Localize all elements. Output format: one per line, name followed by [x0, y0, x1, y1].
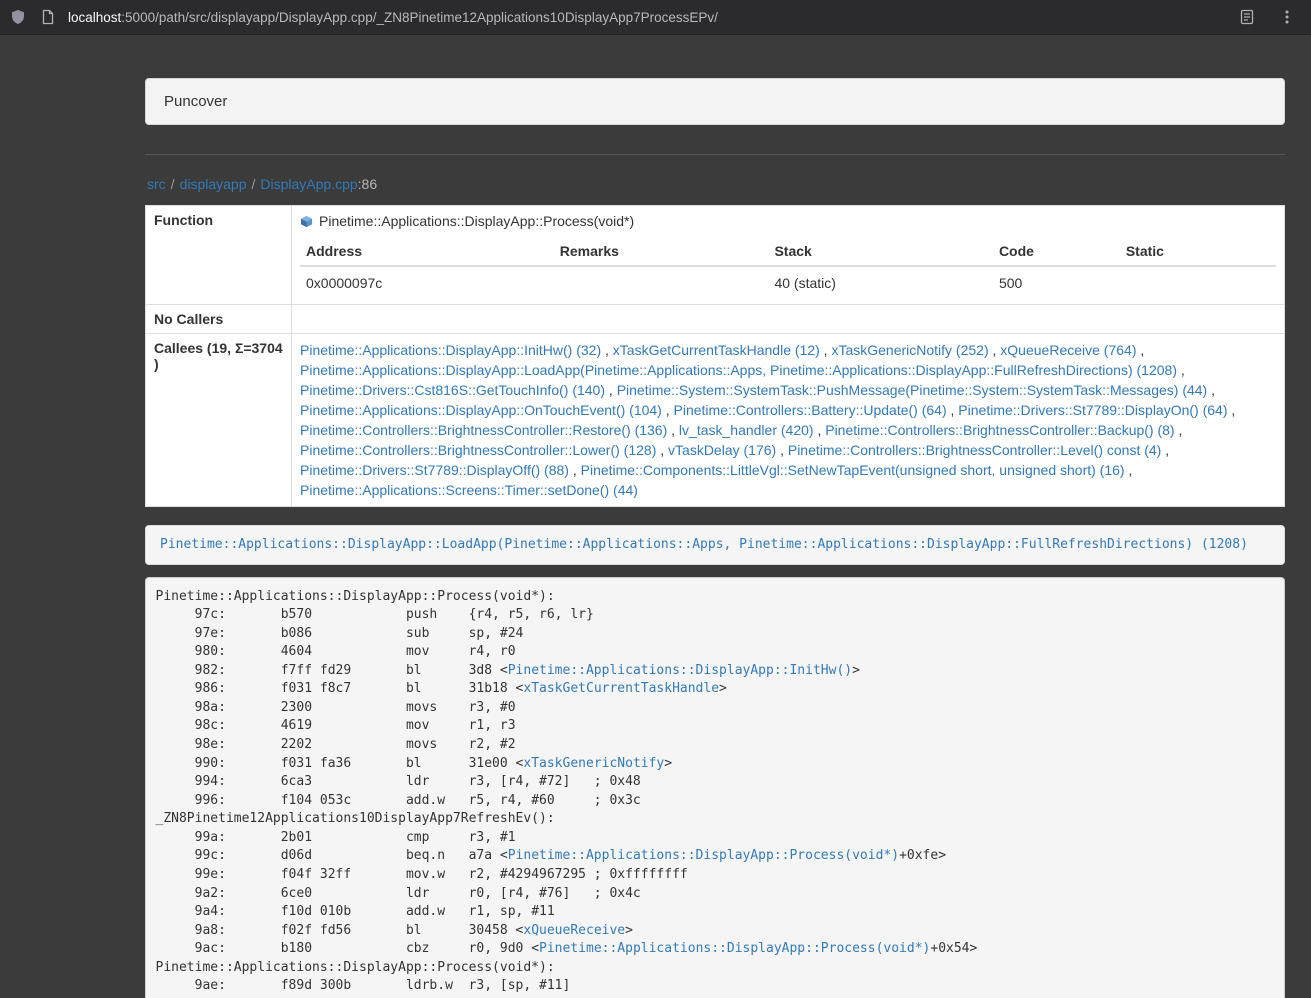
callee-link[interactable]: Pinetime::Components::LittleVgl::SetNewT… [581, 462, 1125, 478]
function-signature-row: Pinetime::Applications::DisplayApp::Proc… [300, 212, 1276, 229]
shield-icon[interactable] [10, 9, 26, 25]
page-body: Puncover src/displayapp/DisplayApp.cpp:8… [0, 35, 1311, 998]
no-callers-row: No Callers [146, 305, 1285, 334]
callee-link[interactable]: Pinetime::Controllers::BrightnessControl… [788, 442, 1161, 458]
callee-link[interactable]: Pinetime::Controllers::BrightnessControl… [825, 422, 1174, 438]
content-container: Puncover src/displayapp/DisplayApp.cpp:8… [145, 78, 1285, 998]
divider [145, 154, 1285, 155]
no-callers-label: No Callers [146, 305, 292, 334]
browser-toolbar: localhost:5000/path/src/displayapp/Displ… [0, 0, 1311, 35]
callee-link[interactable]: xTaskGetCurrentTaskHandle (12) [613, 342, 820, 358]
toolbar-right-actions [1215, 9, 1295, 25]
function-signature: Pinetime::Applications::DisplayApp::Proc… [319, 213, 634, 229]
code-symbol-link[interactable]: xTaskGenericNotify [523, 756, 664, 771]
code-symbol-link[interactable]: xQueueReceive [523, 923, 625, 938]
callee-link[interactable]: Pinetime::Controllers::BrightnessControl… [300, 442, 656, 458]
highlighted-symbol-well: Pinetime::Applications::DisplayApp::Load… [145, 525, 1285, 565]
code-symbol-link[interactable]: Pinetime::Applications::DisplayApp::Init… [508, 663, 852, 678]
app-title-panel: Puncover [145, 78, 1285, 125]
callee-link[interactable]: Pinetime::Drivers::Cst816S::GetTouchInfo… [300, 382, 605, 398]
app-title: Puncover [164, 93, 227, 110]
breadcrumb-line-number: :86 [358, 176, 377, 192]
callee-link[interactable]: Pinetime::Applications::DisplayApp::Init… [300, 342, 601, 358]
stat-remarks [554, 266, 769, 298]
col-header-static: Static [1120, 238, 1276, 266]
stats-header-row: Address Remarks Stack Code Static [300, 238, 1276, 266]
stat-address: 0x0000097c [300, 266, 554, 298]
callee-link[interactable]: Pinetime::Applications::DisplayApp::Load… [300, 362, 1177, 378]
breadcrumb-displayapp[interactable]: displayapp [180, 176, 247, 192]
function-row-label: Function [146, 206, 292, 305]
breadcrumb: src/displayapp/DisplayApp.cpp:86 [147, 176, 1285, 192]
callee-link[interactable]: Pinetime::Drivers::St7789::DisplayOff() … [300, 462, 569, 478]
stat-static [1120, 266, 1276, 298]
callee-link[interactable]: Pinetime::Controllers::BrightnessControl… [300, 422, 667, 438]
stat-code: 500 [993, 266, 1120, 298]
callee-link[interactable]: Pinetime::System::SystemTask::PushMessag… [617, 382, 1208, 398]
callee-link[interactable]: Pinetime::Drivers::St7789::DisplayOn() (… [958, 402, 1227, 418]
callee-link[interactable]: Pinetime::Controllers::Battery::Update()… [674, 402, 947, 418]
function-row: Function Pinetime::Applications::Display… [146, 206, 1285, 305]
disassembly-block: Pinetime::Applications::DisplayApp::Proc… [145, 577, 1285, 998]
col-header-code: Code [993, 238, 1120, 266]
more-menu-icon[interactable] [1279, 9, 1295, 25]
breadcrumb-separator: / [166, 176, 180, 192]
highlighted-symbol-link[interactable]: Pinetime::Applications::DisplayApp::Load… [160, 537, 1248, 552]
callee-link[interactable]: lv_task_handler (420) [679, 422, 814, 438]
function-icon [300, 215, 313, 228]
stats-row: 0x0000097c 40 (static) 500 [300, 266, 1276, 298]
col-header-address: Address [300, 238, 554, 266]
callees-label: Callees (19, Σ=3704 ) [146, 334, 292, 507]
breadcrumb-src[interactable]: src [147, 176, 166, 192]
code-symbol-link[interactable]: Pinetime::Applications::DisplayApp::Proc… [508, 848, 899, 863]
col-header-remarks: Remarks [554, 238, 769, 266]
code-symbol-link[interactable]: xTaskGetCurrentTaskHandle [523, 681, 719, 696]
page-info-icon[interactable] [40, 9, 56, 25]
col-header-stack: Stack [768, 238, 992, 266]
url-path: :5000/path/src/displayapp/DisplayApp.cpp… [121, 10, 718, 25]
stat-stack: 40 (static) [768, 266, 992, 298]
callee-link[interactable]: vTaskDelay (176) [668, 442, 776, 458]
function-info-table: Function Pinetime::Applications::Display… [145, 205, 1285, 507]
callees-list: Pinetime::Applications::DisplayApp::Init… [292, 334, 1285, 507]
callee-link[interactable]: Pinetime::Applications::Screens::Timer::… [300, 482, 638, 498]
function-stats-table: Address Remarks Stack Code Static 0x0000… [300, 238, 1276, 298]
callee-link[interactable]: Pinetime::Applications::DisplayApp::OnTo… [300, 402, 662, 418]
callee-link[interactable]: xQueueReceive (764) [1000, 342, 1136, 358]
breadcrumb-separator: / [247, 176, 261, 192]
code-symbol-link[interactable]: Pinetime::Applications::DisplayApp::Proc… [539, 941, 930, 956]
callees-row: Callees (19, Σ=3704 ) Pinetime::Applicat… [146, 334, 1285, 507]
reader-view-icon[interactable] [1239, 9, 1255, 25]
url-host: localhost [68, 10, 121, 25]
callee-link[interactable]: xTaskGenericNotify (252) [831, 342, 988, 358]
breadcrumb-file[interactable]: DisplayApp.cpp [260, 176, 357, 192]
url-bar[interactable]: localhost:5000/path/src/displayapp/Displ… [68, 10, 1215, 25]
